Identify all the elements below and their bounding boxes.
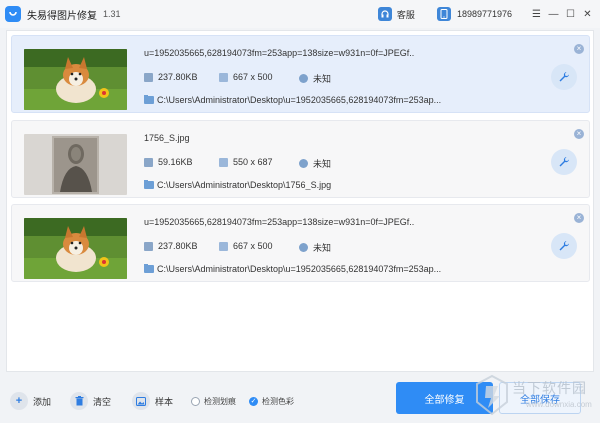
sample-label: 样本 <box>155 396 174 407</box>
status-icon <box>299 243 308 252</box>
file-path-value: C:\Users\Administrator\Desktop\u=1952035… <box>157 95 442 105</box>
plus-icon: + <box>10 392 28 410</box>
file-dimensions: 550 x 687 <box>219 157 273 167</box>
file-thumbnail <box>24 134 127 195</box>
file-meta: 237.80KB 667 x 500 未知 <box>144 241 444 253</box>
add-button[interactable]: + 添加 <box>10 392 51 410</box>
file-size: 237.80KB <box>144 72 198 82</box>
file-dimensions-value: 550 x 687 <box>233 157 273 167</box>
folder-icon <box>144 95 154 104</box>
file-dimensions: 667 x 500 <box>219 72 273 82</box>
remove-file-button[interactable]: × <box>574 213 584 223</box>
resize-icon <box>219 72 228 82</box>
wrench-icon <box>559 72 569 82</box>
file-thumbnail <box>24 49 127 110</box>
file-name: u=1952035665,628194073fm=253app=138size=… <box>144 48 414 58</box>
add-label: 添加 <box>33 396 52 407</box>
headset-icon <box>377 7 392 21</box>
file-dimensions-value: 667 x 500 <box>233 72 273 82</box>
file-status: 未知 <box>299 157 331 170</box>
app-version: 1.31 <box>103 9 121 19</box>
trash-icon <box>70 392 88 410</box>
repair-file-button[interactable] <box>551 233 577 259</box>
repair-all-button[interactable]: 全部修复 <box>396 382 493 414</box>
detect-color-label: 检测色彩 <box>262 397 294 406</box>
close-icon: ✕ <box>583 8 592 20</box>
file-status-value: 未知 <box>313 243 332 253</box>
file-size-icon <box>144 241 153 251</box>
file-path-value: C:\Users\Administrator\Desktop\1756_S.jp… <box>157 180 332 190</box>
app-title: 失易得图片修复 <box>27 10 97 22</box>
file-dimensions-value: 667 x 500 <box>233 241 273 251</box>
folder-icon <box>144 180 154 189</box>
wrench-icon <box>559 241 569 251</box>
file-size-icon <box>144 157 153 167</box>
maximize-button[interactable]: ☐ <box>562 0 579 28</box>
close-button[interactable]: ✕ <box>579 0 596 28</box>
detect-scratch-option[interactable]: 检测划痕 <box>191 396 236 407</box>
file-size-value: 237.80KB <box>158 241 198 251</box>
app-logo-icon <box>5 6 21 22</box>
file-meta: 59.16KB 550 x 687 未知 <box>144 157 444 169</box>
sample-button[interactable]: 样本 <box>132 392 173 410</box>
phone-number: 18989771976 <box>456 9 512 19</box>
resize-icon <box>219 241 228 251</box>
repair-file-button[interactable] <box>551 64 577 90</box>
file-size-value: 59.16KB <box>158 157 193 167</box>
detect-scratch-label: 检测划痕 <box>204 397 236 406</box>
file-path: C:\Users\Administrator\Desktop\u=1952035… <box>144 264 444 274</box>
clear-label: 清空 <box>93 396 112 407</box>
save-all-button[interactable]: 全部保存 <box>499 382 581 414</box>
file-path: C:\Users\Administrator\Desktop\u=1952035… <box>144 95 444 105</box>
resize-icon <box>219 157 228 167</box>
maximize-icon: ☐ <box>566 8 575 20</box>
status-icon <box>299 159 308 168</box>
folder-icon <box>144 264 154 273</box>
detect-color-checkbox[interactable]: ✓ <box>249 397 258 406</box>
file-status: 未知 <box>299 72 331 85</box>
file-size-icon <box>144 72 153 82</box>
title-bar: 失易得图片修复 1.31 客服 18989771976 ☰ — ☐ ✕ <box>0 0 600 28</box>
file-thumbnail <box>24 218 127 279</box>
phone-icon <box>436 7 451 21</box>
detect-color-option[interactable]: ✓ 检测色彩 <box>249 396 294 407</box>
file-size: 237.80KB <box>144 241 198 251</box>
file-size-value: 237.80KB <box>158 72 198 82</box>
minimize-icon: — <box>548 8 559 20</box>
file-size: 59.16KB <box>144 157 193 167</box>
remove-file-button[interactable]: × <box>574 129 584 139</box>
detect-scratch-radio[interactable] <box>191 397 200 406</box>
minimize-button[interactable]: — <box>545 0 562 28</box>
file-status-value: 未知 <box>313 74 332 84</box>
file-meta: 237.80KB 667 x 500 未知 <box>144 72 444 84</box>
file-card[interactable]: u=1952035665,628194073fm=253app=138size=… <box>11 204 590 282</box>
file-list-panel: u=1952035665,628194073fm=253app=138size=… <box>6 30 594 372</box>
repair-file-button[interactable] <box>551 149 577 175</box>
file-card[interactable]: u=1952035665,628194073fm=253app=138size=… <box>11 35 590 113</box>
file-status-value: 未知 <box>313 159 332 169</box>
file-path-value: C:\Users\Administrator\Desktop\u=1952035… <box>157 264 442 274</box>
menu-button[interactable]: ☰ <box>528 0 545 28</box>
phone-contact[interactable]: 18989771976 <box>436 7 512 21</box>
image-icon <box>132 392 150 410</box>
clear-button[interactable]: 清空 <box>70 392 111 410</box>
file-path: C:\Users\Administrator\Desktop\1756_S.jp… <box>144 180 444 190</box>
file-name: 1756_S.jpg <box>144 133 190 143</box>
customer-service-label: 客服 <box>396 9 415 20</box>
file-name: u=1952035665,628194073fm=253app=138size=… <box>144 217 414 227</box>
remove-file-button[interactable]: × <box>574 44 584 54</box>
file-dimensions: 667 x 500 <box>219 241 273 251</box>
wrench-icon <box>559 157 569 167</box>
customer-service-button[interactable]: 客服 <box>377 7 415 21</box>
file-card[interactable]: 1756_S.jpg 59.16KB 550 x 687 未知 C:\Users… <box>11 120 590 198</box>
file-status: 未知 <box>299 241 331 254</box>
status-icon <box>299 74 308 83</box>
menu-icon: ☰ <box>532 8 541 20</box>
